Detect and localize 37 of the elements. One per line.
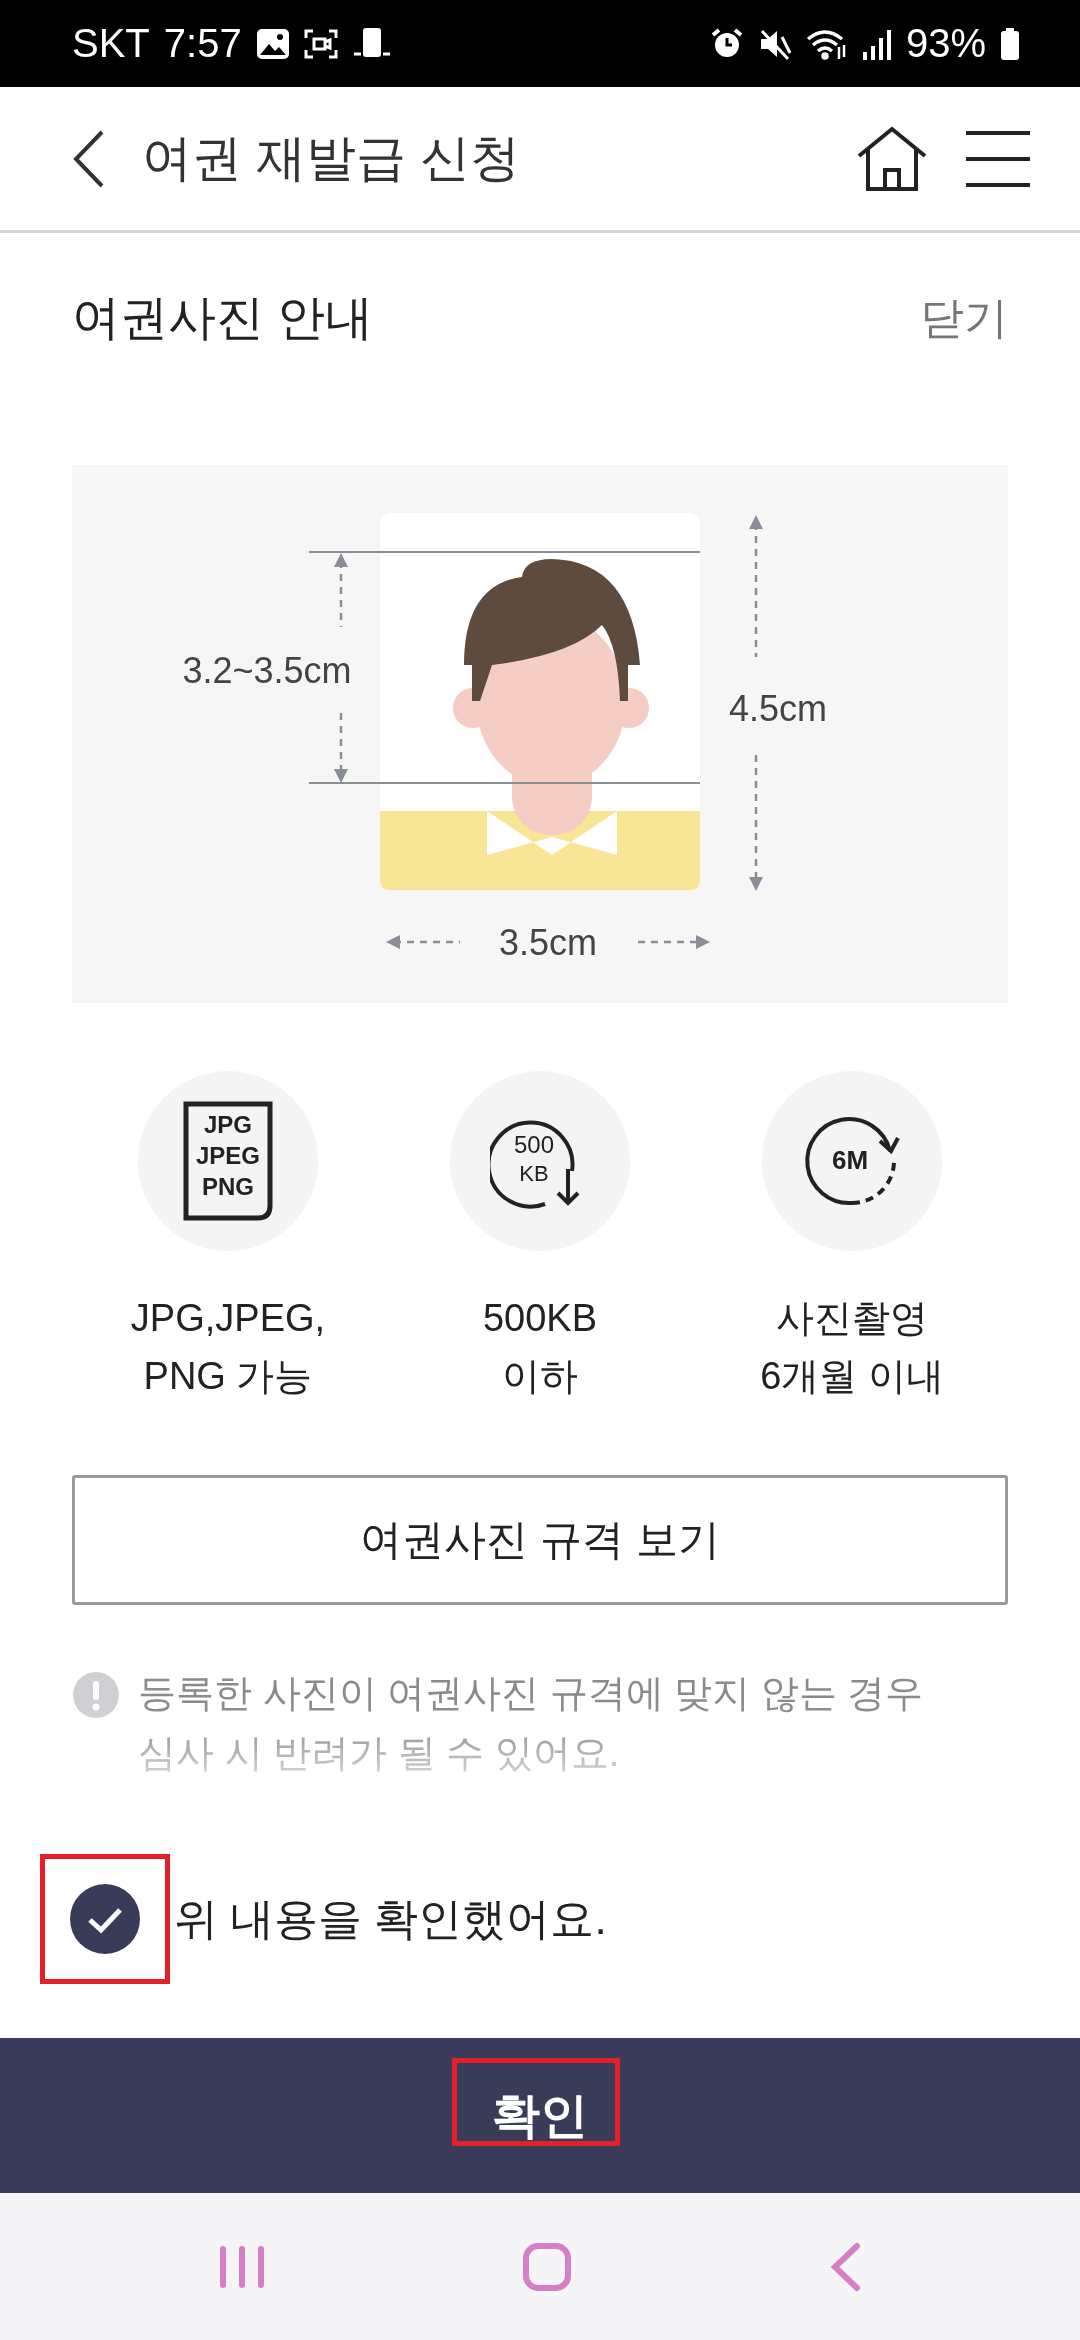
section-title: 여권사진 안내	[72, 290, 374, 346]
screen-record-icon	[303, 28, 338, 59]
icon-label: JPEG	[196, 1142, 260, 1169]
requirement-label: 사진촬영	[776, 1296, 928, 1341]
confirm-button[interactable]: 확인	[0, 2038, 1080, 2193]
back-button[interactable]	[72, 128, 106, 189]
spec-button[interactable]: 여권사진 규격 보기	[72, 1475, 1008, 1605]
home-button[interactable]	[856, 125, 928, 192]
clock: 7:57	[163, 21, 242, 66]
requirement-label: 6개월 이내	[760, 1354, 944, 1399]
icon-label: JPG	[204, 1111, 252, 1138]
circular-arrow-icon	[805, 1117, 900, 1205]
agree-label: 위 내용을 확인했어요.	[174, 1892, 607, 1945]
face-height-label: 3.2~3.5cm	[182, 650, 352, 691]
info-icon	[72, 1671, 120, 1719]
photo-width-label: 3.5cm	[499, 922, 597, 963]
requirement-label: 이하	[502, 1354, 578, 1399]
checkbox[interactable]	[69, 1883, 141, 1955]
page-title: 여권 재발급 신청	[142, 129, 521, 188]
signal-icon	[861, 27, 892, 60]
photo-height-label: 4.5cm	[729, 688, 828, 729]
download-arrow-icon	[490, 1120, 580, 1209]
requirement-label: 500KB	[482, 1296, 598, 1341]
icon-label: PNG	[202, 1173, 254, 1200]
icon-label: 500	[514, 1131, 554, 1158]
battery-icon	[1000, 27, 1020, 60]
close-link[interactable]: 닫기	[920, 288, 1008, 348]
image-icon	[255, 27, 290, 60]
menu-button[interactable]	[964, 128, 1032, 189]
file-icon	[183, 1101, 273, 1221]
warning-text: 등록한 사진이 여권사진 규격에 맞지 않는 경우 심사 시 반려가 될 수 있어요.	[138, 1671, 925, 1776]
requirement-label: PNG 가능	[143, 1354, 313, 1399]
requirement-label: JPG,JPEG,	[130, 1296, 326, 1341]
icon-label: 6M	[831, 1145, 869, 1175]
icon-label: KB	[519, 1161, 549, 1186]
battery-percent: 93%	[905, 21, 986, 66]
carrier: SKT	[72, 21, 150, 66]
